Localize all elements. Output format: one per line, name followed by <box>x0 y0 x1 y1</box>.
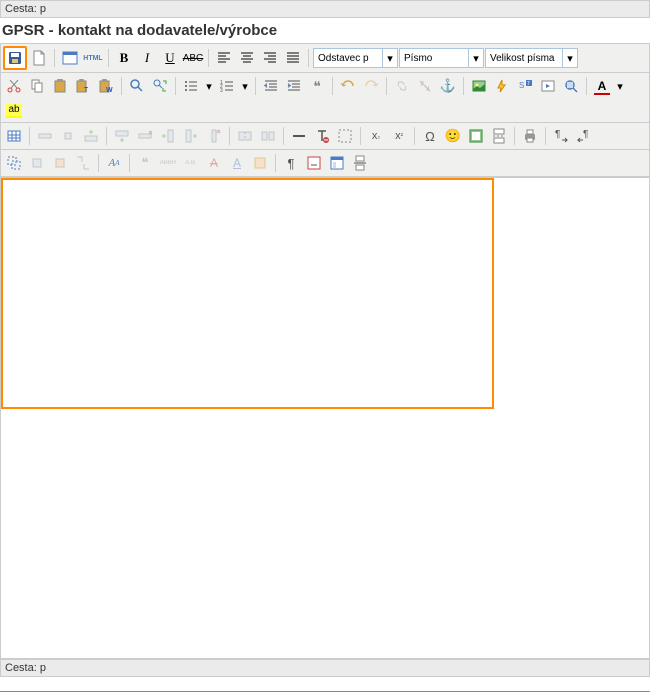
text-color-menu[interactable]: ▾ <box>614 75 626 97</box>
del-button[interactable]: A <box>203 152 225 174</box>
svg-text:T: T <box>84 87 89 94</box>
bold-button[interactable]: B <box>113 47 135 69</box>
text-color-button[interactable]: A <box>591 75 613 97</box>
ins-button[interactable]: A <box>226 152 248 174</box>
insert-col-before-button[interactable] <box>157 125 179 147</box>
ltr-button[interactable]: ¶ <box>550 125 572 147</box>
rtl-button[interactable]: ¶ <box>573 125 595 147</box>
numbered-list-menu[interactable]: ▾ <box>239 75 251 97</box>
svg-text:S: S <box>519 81 524 90</box>
cite-button[interactable]: ❝ <box>134 152 156 174</box>
svg-text:W: W <box>106 87 113 94</box>
cleanup-button[interactable] <box>491 75 513 97</box>
bullet-list-menu[interactable]: ▾ <box>203 75 215 97</box>
merge-cells-button[interactable] <box>257 125 279 147</box>
align-center-button[interactable] <box>236 47 258 69</box>
path-bar-top: Cesta: p <box>0 0 650 18</box>
underline-button[interactable]: U <box>159 47 181 69</box>
insert-col-after-button[interactable] <box>180 125 202 147</box>
editor-content-area[interactable] <box>0 177 650 659</box>
anchor-button[interactable]: ⚓ <box>437 75 459 97</box>
bg-color-button[interactable]: ab <box>3 98 25 120</box>
insert-row-before-button[interactable] <box>80 125 102 147</box>
row-props-button[interactable] <box>34 125 56 147</box>
align-left-button[interactable] <box>213 47 235 69</box>
indent-button[interactable] <box>283 75 305 97</box>
delete-row-button[interactable] <box>134 125 156 147</box>
emoticon-button[interactable]: 🙂 <box>442 125 464 147</box>
abbr-button[interactable]: ABBR <box>157 152 179 174</box>
save-button[interactable] <box>3 46 27 70</box>
iframe-button[interactable] <box>465 125 487 147</box>
format-select[interactable]: Odstavec p▾ <box>313 48 398 68</box>
redo-button[interactable] <box>360 75 382 97</box>
media-button[interactable] <box>537 75 559 97</box>
print-button[interactable] <box>519 125 541 147</box>
toolbar-row-4: AA ❝ ABBR A.B. A A ¶ <box>0 150 650 177</box>
align-justify-button[interactable] <box>282 47 304 69</box>
styleprops-button[interactable]: AA <box>103 152 125 174</box>
template-button[interactable] <box>326 152 348 174</box>
strikethrough-button[interactable]: ABC <box>182 47 204 69</box>
copy-button[interactable] <box>26 75 48 97</box>
hr-button[interactable] <box>288 125 310 147</box>
toolbar-row-2: T W ▾ 123 ▾ ❝ ⚓ S7 A ▾ ab <box>0 73 650 123</box>
italic-button[interactable]: I <box>136 47 158 69</box>
split-cells-button[interactable] <box>234 125 256 147</box>
outdent-button[interactable] <box>260 75 282 97</box>
svg-text:¶: ¶ <box>583 129 588 140</box>
font-size-select[interactable]: Velikost písma▾ <box>485 48 578 68</box>
cut-button[interactable] <box>3 75 25 97</box>
chevron-down-icon: ▾ <box>563 48 578 68</box>
replace-button[interactable] <box>149 75 171 97</box>
unlink-button[interactable] <box>414 75 436 97</box>
editor-title: GPSR - kontakt na dodavatele/výrobce <box>0 18 650 43</box>
svg-text:3: 3 <box>220 88 223 94</box>
font-select[interactable]: Písmo▾ <box>399 48 484 68</box>
pagebreak-button[interactable] <box>488 125 510 147</box>
superscript-button[interactable]: x² <box>388 125 410 147</box>
html-button[interactable]: HTML <box>82 47 104 69</box>
fullscreen-button[interactable] <box>59 47 81 69</box>
visual-aid-button[interactable] <box>334 125 356 147</box>
undo-button[interactable] <box>337 75 359 97</box>
svg-text:¶: ¶ <box>555 129 560 140</box>
bullet-list-button[interactable] <box>180 75 202 97</box>
preview-button[interactable] <box>560 75 582 97</box>
attribs-button[interactable] <box>249 152 271 174</box>
remove-format-button[interactable] <box>311 125 333 147</box>
path-bar-bottom: Cesta: p <box>0 659 650 677</box>
pagebreak2-button[interactable] <box>349 152 371 174</box>
subscript-button[interactable]: x₂ <box>365 125 387 147</box>
layer-absolute-button[interactable] <box>72 152 94 174</box>
layer-forward-button[interactable] <box>26 152 48 174</box>
special-char-button[interactable]: Ω <box>419 125 441 147</box>
align-right-button[interactable] <box>259 47 281 69</box>
visualchars-button[interactable]: ¶ <box>280 152 302 174</box>
blockquote-button[interactable]: ❝ <box>306 75 328 97</box>
layer-backward-button[interactable] <box>49 152 71 174</box>
find-button[interactable] <box>126 75 148 97</box>
numbered-list-button[interactable]: 123 <box>216 75 238 97</box>
toolbar-row-1: HTML B I U ABC Odstavec p▾ Písmo▾ Veliko… <box>0 43 650 73</box>
insert-row-after-button[interactable] <box>111 125 133 147</box>
delete-col-button[interactable] <box>203 125 225 147</box>
chevron-down-icon: ▾ <box>469 48 484 68</box>
selection-highlight <box>1 178 494 409</box>
image-button[interactable] <box>468 75 490 97</box>
new-document-button[interactable] <box>28 47 50 69</box>
spellcheck-button[interactable]: S7 <box>514 75 536 97</box>
toolbar-row-3: x₂ x² Ω 🙂 ¶ ¶ <box>0 123 650 150</box>
layer-button[interactable] <box>3 152 25 174</box>
table-button[interactable] <box>3 125 25 147</box>
svg-text:7: 7 <box>527 81 530 87</box>
link-button[interactable] <box>391 75 413 97</box>
paste-button[interactable] <box>49 75 71 97</box>
paste-word-button[interactable]: W <box>95 75 117 97</box>
paste-text-button[interactable]: T <box>72 75 94 97</box>
acronym-button[interactable]: A.B. <box>180 152 202 174</box>
chevron-down-icon: ▾ <box>383 48 398 68</box>
cell-props-button[interactable] <box>57 125 79 147</box>
nbsp-button[interactable] <box>303 152 325 174</box>
